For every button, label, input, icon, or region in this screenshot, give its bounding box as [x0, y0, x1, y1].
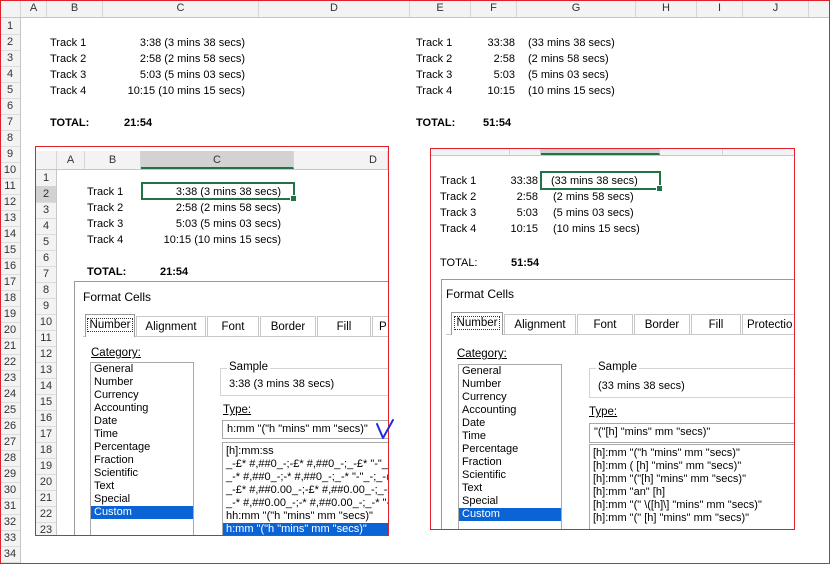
- right-panel-red-frame: [430, 148, 795, 530]
- checkmark-annotation-icon: [376, 419, 394, 439]
- left-panel-red-frame: [35, 146, 389, 536]
